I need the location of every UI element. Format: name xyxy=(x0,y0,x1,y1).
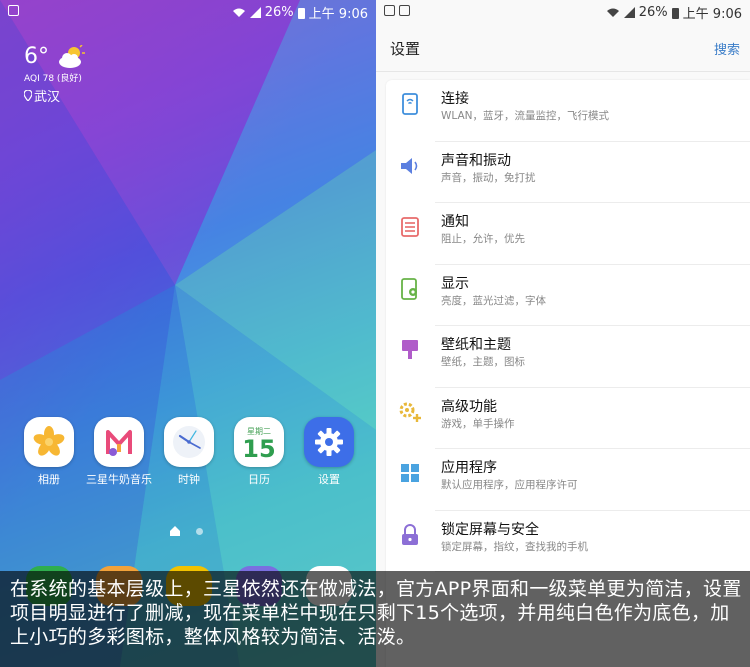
settings-screen: 26% 上午 9:06 设置 搜索 连接 WLAN，蓝牙，流量监控，飞行模式 声… xyxy=(376,0,750,667)
weather-temp: 6° xyxy=(24,44,49,69)
location-pin-icon xyxy=(24,90,32,101)
item-subtitle: 声音，振动，免打扰 xyxy=(441,171,536,184)
app-gallery[interactable]: 相册 xyxy=(14,417,84,487)
home-screen: 26% 上午 9:06 6° AQI 78 (良好) 武汉 相册 三星牛奶音乐 … xyxy=(0,0,376,667)
clock-icon xyxy=(164,417,214,467)
app-label: 三星牛奶音乐 xyxy=(86,473,152,486)
app-settings[interactable]: 设置 xyxy=(294,417,364,487)
status-bar: 26% 上午 9:06 xyxy=(0,0,376,22)
advanced-features-icon xyxy=(398,400,422,424)
item-title: 高级功能 xyxy=(441,398,497,415)
settings-item-connections[interactable]: 连接 WLAN，蓝牙，流量监控，飞行模式 xyxy=(386,80,750,142)
weather-widget[interactable]: 6° AQI 78 (良好) 武汉 xyxy=(24,44,87,105)
notification-list-icon xyxy=(398,215,422,239)
status-bar: 26% 上午 9:06 xyxy=(376,0,750,22)
page-indicator[interactable] xyxy=(170,526,203,536)
signal-icon xyxy=(249,7,261,18)
app-label: 相册 xyxy=(38,473,60,486)
battery-icon xyxy=(297,7,305,19)
wifi-icon xyxy=(606,8,619,17)
app-clock[interactable]: 时钟 xyxy=(154,417,224,487)
wallpaper-icon xyxy=(398,338,422,362)
page-dot xyxy=(196,527,203,535)
item-subtitle: 默认应用程序，应用程序许可 xyxy=(441,479,578,491)
item-title: 应用程序 xyxy=(441,460,497,476)
page-title: 设置 xyxy=(390,40,421,58)
calendar-day: 15 xyxy=(242,434,276,463)
connections-icon xyxy=(398,92,422,116)
item-title: 声音和振动 xyxy=(441,152,511,169)
item-subtitle: 亮度，蓝光过滤，字体 xyxy=(441,294,546,307)
home-page-icon xyxy=(170,526,180,536)
lock-icon xyxy=(398,523,422,547)
settings-item-notifications[interactable]: 通知 阻止，允许，优先 xyxy=(386,203,750,265)
item-title: 显示 xyxy=(441,275,469,292)
settings-header: 设置 搜索 xyxy=(376,22,750,72)
item-title: 连接 xyxy=(441,91,469,107)
settings-item-lockscreen[interactable]: 锁定屏幕与安全 锁定屏幕，指纹，查找我的手机 xyxy=(386,511,750,572)
item-subtitle: 锁定屏幕，指纹，查找我的手机 xyxy=(441,540,588,553)
settings-gear-icon xyxy=(304,417,354,467)
settings-item-apps[interactable]: 应用程序 默认应用程序，应用程序许可 xyxy=(386,449,750,511)
item-subtitle: 游戏，单手操作 xyxy=(441,417,515,430)
notification-icon xyxy=(399,5,410,16)
app-label: 日历 xyxy=(248,473,270,486)
gallery-icon xyxy=(24,417,74,467)
item-title: 通知 xyxy=(441,214,469,230)
item-title: 壁纸和主题 xyxy=(441,337,511,353)
item-subtitle: WLAN，蓝牙，流量监控，飞行模式 xyxy=(441,110,610,122)
wifi-icon xyxy=(232,8,245,17)
speaker-icon xyxy=(398,154,422,178)
item-title: 锁定屏幕与安全 xyxy=(441,521,539,538)
app-label: 时钟 xyxy=(178,473,200,486)
weather-city: 武汉 xyxy=(34,90,61,105)
settings-item-display[interactable]: 显示 亮度，蓝光过滤，字体 xyxy=(386,265,750,326)
calendar-icon: 星期二 15 xyxy=(234,417,284,467)
sunny-cloud-icon xyxy=(59,44,85,68)
battery-percent: 26% xyxy=(638,5,668,20)
caption-overlay: 在系统的基本层级上，三星依然还在做减法，官方APP界面和一级菜单更为简洁，设置项… xyxy=(0,571,750,667)
search-button[interactable]: 搜索 xyxy=(714,39,740,58)
item-subtitle: 壁纸，主题，图标 xyxy=(441,356,525,368)
clock-time: 上午 9:06 xyxy=(682,7,742,22)
battery-icon xyxy=(671,7,679,19)
settings-item-wallpaper[interactable]: 壁纸和主题 壁纸，主题，图标 xyxy=(386,326,750,388)
clock-time: 上午 9:06 xyxy=(308,7,368,22)
image-notification-icon xyxy=(384,5,395,16)
signal-icon xyxy=(623,7,635,18)
app-label: 设置 xyxy=(318,473,340,486)
app-grid-row: 相册 三星牛奶音乐 时钟 星期二 15 日历 设置 xyxy=(14,417,364,487)
app-music[interactable]: 三星牛奶音乐 xyxy=(84,417,154,487)
item-subtitle: 阻止，允许，优先 xyxy=(441,233,525,245)
weather-aqi: AQI 78 (良好) xyxy=(24,74,82,84)
settings-item-sound[interactable]: 声音和振动 声音，振动，免打扰 xyxy=(386,142,750,203)
app-calendar[interactable]: 星期二 15 日历 xyxy=(224,417,294,487)
display-icon xyxy=(398,277,422,301)
apps-grid-icon xyxy=(398,461,422,485)
notification-icon xyxy=(8,5,19,16)
battery-percent: 26% xyxy=(264,5,294,20)
settings-item-advanced[interactable]: 高级功能 游戏，单手操作 xyxy=(386,388,750,449)
music-icon xyxy=(94,417,144,467)
